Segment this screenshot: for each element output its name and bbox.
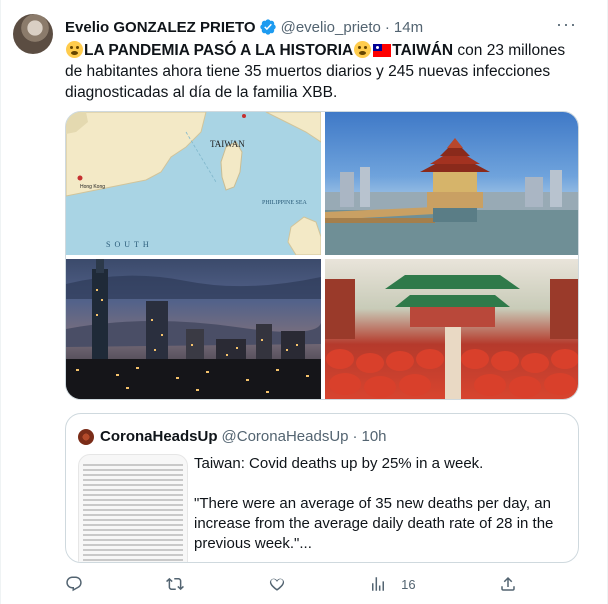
share-button[interactable] bbox=[499, 575, 517, 593]
map-label-sea: PHILIPPINE SEA bbox=[262, 200, 308, 206]
retweet-icon bbox=[166, 577, 185, 591]
taiwan-flag-icon bbox=[373, 44, 392, 57]
reply-button[interactable] bbox=[65, 575, 83, 593]
map-illustration: TAIWAN PHILIPPINE SEA SOUTH Hong Kong bbox=[66, 112, 321, 255]
skyline-illustration bbox=[66, 259, 321, 399]
tweet-text: LA PANDEMIA PASÓ A LA HISTORIA TAIWÁN con… bbox=[65, 40, 585, 103]
temple-lanterns-photo[interactable] bbox=[325, 259, 578, 399]
tweet[interactable]: Evelio GONZALEZ PRIETO @evelio_prieto · … bbox=[0, 0, 608, 604]
map-label-hongkong: Hong Kong bbox=[80, 184, 105, 190]
quoted-author-name: CoronaHeadsUp bbox=[100, 428, 218, 445]
quoted-tweet-timestamp: 10h bbox=[361, 428, 387, 445]
verified-badge-icon bbox=[259, 19, 276, 35]
flushed-face-emoji-icon bbox=[354, 41, 372, 58]
map-label-south: SOUTH bbox=[106, 240, 153, 249]
quoted-author-handle: @CoronaHeadsUp bbox=[221, 428, 349, 445]
quoted-tweet-header: CoronaHeadsUp @CoronaHeadsUp · 10h bbox=[78, 428, 387, 445]
pagoda-illustration bbox=[325, 138, 578, 255]
action-bar: 16 bbox=[65, 572, 517, 596]
more-icon[interactable]: ··· bbox=[556, 15, 577, 33]
retweet-button[interactable] bbox=[166, 575, 185, 593]
taipei-skyline-photo[interactable] bbox=[66, 259, 321, 399]
temple-illustration bbox=[325, 275, 578, 399]
separator-dot: · bbox=[352, 428, 358, 445]
like-icon bbox=[269, 578, 284, 591]
tweet-timestamp[interactable]: 14m bbox=[394, 19, 423, 36]
map-label-taiwan: TAIWAN bbox=[210, 139, 245, 149]
views-count: 16 bbox=[401, 576, 416, 592]
tweet-country: TAIWÁN bbox=[392, 42, 454, 59]
like-button[interactable] bbox=[268, 575, 286, 593]
quoted-tweet[interactable]: CoronaHeadsUp @CoronaHeadsUp · 10h Taiwa… bbox=[65, 413, 579, 563]
map-photo[interactable]: TAIWAN PHILIPPINE SEA SOUTH Hong Kong bbox=[66, 112, 321, 255]
quoted-line-2: "There were an average of 35 new deaths … bbox=[194, 495, 554, 552]
author-name[interactable]: Evelio GONZALEZ PRIETO bbox=[65, 19, 256, 36]
pagoda-lake-photo[interactable] bbox=[325, 112, 578, 255]
author-handle[interactable]: @evelio_prieto bbox=[281, 19, 381, 36]
reply-icon bbox=[66, 576, 82, 592]
separator-dot: · bbox=[384, 18, 390, 36]
tweet-header: Evelio GONZALEZ PRIETO @evelio_prieto · … bbox=[65, 17, 423, 37]
quoted-author-avatar bbox=[78, 428, 94, 445]
share-icon bbox=[501, 576, 515, 591]
views-icon bbox=[372, 577, 385, 591]
quoted-document-thumbnail bbox=[78, 454, 188, 562]
media-grid: TAIWAN PHILIPPINE SEA SOUTH Hong Kong bbox=[65, 111, 579, 400]
flushed-face-emoji-icon bbox=[66, 41, 83, 58]
quoted-tweet-text: Taiwan: Covid deaths up by 25% in a week… bbox=[194, 454, 570, 554]
views-button[interactable]: 16 bbox=[369, 575, 416, 593]
author-avatar[interactable] bbox=[13, 14, 53, 54]
quoted-line-1: Taiwan: Covid deaths up by 25% in a week… bbox=[194, 455, 484, 472]
tweet-headline: LA PANDEMIA PASÓ A LA HISTORIA bbox=[84, 42, 354, 59]
